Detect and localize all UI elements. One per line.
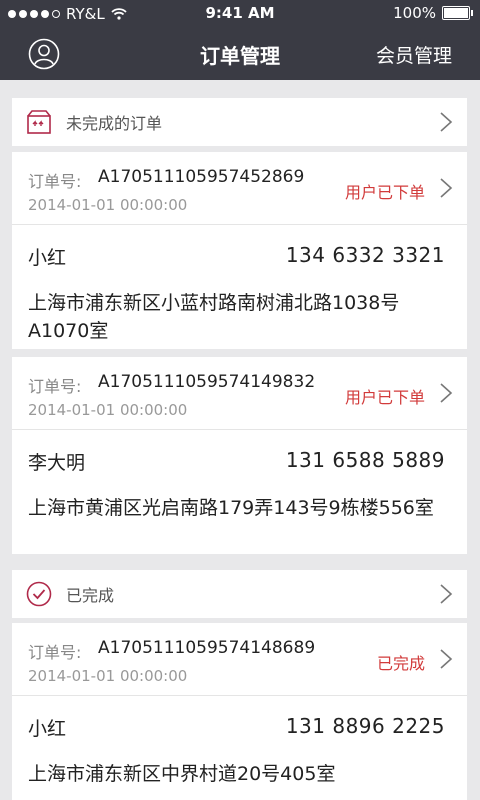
order-status: 已完成 <box>376 654 425 673</box>
order-card: 订单号: A1705111059574148689 2014-01-01 00:… <box>12 623 467 800</box>
member-management-link[interactable]: 会员管理 <box>376 41 452 68</box>
user-avatar-icon[interactable] <box>28 38 60 70</box>
battery-percent: 100% <box>393 4 436 22</box>
order-number-label: 订单号: <box>28 172 82 191</box>
order-date: 2014-01-01 00:00:00 <box>28 401 188 419</box>
customer-name: 小红 <box>28 247 67 269</box>
battery-group: 100% <box>393 4 473 22</box>
order-date: 2014-01-01 00:00:00 <box>28 667 188 685</box>
customer-phone: 131 6588 5889 <box>285 448 445 472</box>
order-card: 订单号: A1705111059574149832 2014-01-01 00:… <box>12 357 467 554</box>
battery-icon <box>442 6 473 20</box>
chevron-right-icon <box>440 178 453 198</box>
customer-address: 上海市浦东新区中界村道20号405室 <box>28 763 336 785</box>
order-number-label: 订单号: <box>28 377 82 396</box>
nav-bar: 订单管理 会员管理 <box>0 28 480 80</box>
chevron-right-icon <box>440 584 453 604</box>
package-box-icon <box>27 110 51 134</box>
customer-phone: 131 8896 2225 <box>285 714 445 738</box>
order-number: A1705111059574148689 <box>98 638 316 658</box>
chevron-right-icon <box>440 112 453 132</box>
status-bar: RY&L 9:41 AM 100% <box>0 0 480 28</box>
order-number: A1705111059574149832 <box>98 372 316 392</box>
completed-orders-header[interactable]: 已完成 <box>12 570 467 618</box>
order-number: A170511105957452869 <box>98 167 305 187</box>
check-circle-icon <box>26 581 52 607</box>
customer-name: 小红 <box>28 718 67 740</box>
order-header-row[interactable]: 订单号: A170511105957452869 2014-01-01 00:0… <box>12 152 467 225</box>
pending-orders-label: 未完成的订单 <box>66 114 163 133</box>
customer-name: 李大明 <box>28 452 86 474</box>
order-number-label: 订单号: <box>28 643 82 662</box>
order-header-row[interactable]: 订单号: A1705111059574148689 2014-01-01 00:… <box>12 623 467 696</box>
order-status: 用户已下单 <box>344 388 425 407</box>
order-card: 订单号: A170511105957452869 2014-01-01 00:0… <box>12 152 467 349</box>
customer-address: 上海市黄浦区光启南路179弄143号9栋楼556室 <box>28 497 434 519</box>
customer-phone: 134 6332 3321 <box>285 243 445 267</box>
customer-address: 上海市浦东新区小蓝村路南树浦北路1038号A1070室 <box>28 292 400 342</box>
order-date: 2014-01-01 00:00:00 <box>28 196 188 214</box>
order-header-row[interactable]: 订单号: A1705111059574149832 2014-01-01 00:… <box>12 357 467 430</box>
chevron-right-icon <box>440 649 453 669</box>
order-status: 用户已下单 <box>344 183 425 202</box>
completed-orders-label: 已完成 <box>66 586 115 605</box>
chevron-right-icon <box>440 383 453 403</box>
pending-orders-header[interactable]: 未完成的订单 <box>12 98 467 146</box>
